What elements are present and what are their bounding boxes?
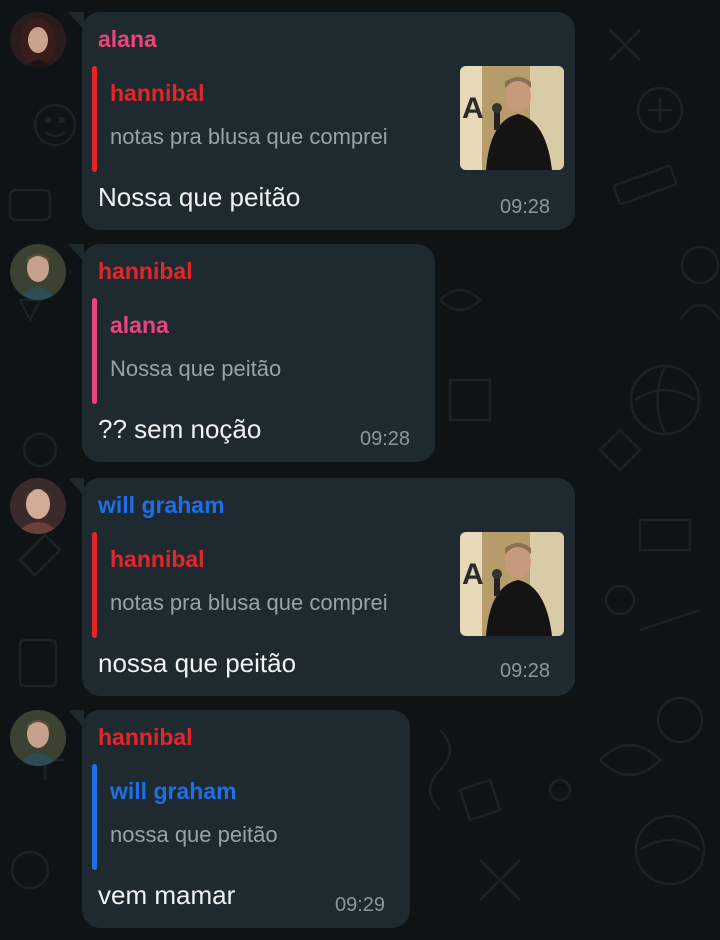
sender-name[interactable]: hannibal: [98, 724, 193, 751]
reply-sender-name: alana: [110, 312, 169, 338]
reply-preview[interactable]: hannibal notas pra blusa que comprei A: [92, 532, 568, 638]
avatar-image: [10, 12, 66, 68]
message-bubble[interactable]: hannibal alana Nossa que peitão ?? sem n…: [82, 244, 435, 462]
sender-name[interactable]: will graham: [98, 492, 225, 519]
avatar-alana[interactable]: [10, 12, 66, 68]
avatar-hannibal[interactable]: [10, 710, 66, 766]
reply-sender-name: hannibal: [110, 546, 205, 572]
reply-text: nossa que peitão: [110, 822, 278, 847]
reply-preview[interactable]: alana Nossa que peitão: [92, 298, 428, 404]
reply-thumbnail: A: [460, 532, 564, 636]
avatar-image: [10, 478, 66, 534]
message-time: 09:28: [360, 428, 411, 450]
reply-sender-name: will graham: [110, 778, 237, 804]
message-time: 09:29: [335, 894, 386, 916]
reply-text: notas pra blusa que comprei: [110, 124, 388, 149]
sender-name[interactable]: hannibal: [98, 258, 193, 285]
message-bubble[interactable]: hannibal will graham nossa que peitão ve…: [82, 710, 410, 928]
avatar-image: [10, 244, 66, 300]
message-text[interactable]: vem mamar: [98, 880, 235, 911]
message-bubble[interactable]: alana hannibal notas pra blusa que compr…: [82, 12, 575, 230]
svg-text:A: A: [462, 92, 484, 125]
message-bubble[interactable]: will graham hannibal notas pra blusa que…: [82, 478, 575, 696]
reply-thumbnail: A: [460, 66, 564, 170]
message-time: 09:28: [500, 660, 551, 682]
avatar-image: [10, 710, 66, 766]
reply-bar: [92, 66, 97, 172]
message-time: 09:28: [500, 196, 551, 218]
reply-preview[interactable]: will graham nossa que peitão: [92, 764, 403, 870]
message-text[interactable]: nossa que peitão: [98, 648, 296, 679]
avatar-will-graham[interactable]: [10, 478, 66, 534]
avatar-hannibal[interactable]: [10, 244, 66, 300]
message-text[interactable]: Nossa que peitão: [98, 182, 300, 213]
reply-bar: [92, 298, 97, 404]
svg-text:A: A: [462, 558, 484, 591]
reply-text: Nossa que peitão: [110, 356, 282, 381]
reply-bar: [92, 764, 97, 870]
message-text[interactable]: ?? sem noção: [98, 414, 261, 445]
reply-sender-name: hannibal: [110, 80, 205, 106]
sender-name[interactable]: alana: [98, 26, 157, 53]
reply-preview[interactable]: hannibal notas pra blusa que comprei A: [92, 66, 568, 172]
reply-bar: [92, 532, 97, 638]
reply-text: notas pra blusa que comprei: [110, 590, 388, 615]
